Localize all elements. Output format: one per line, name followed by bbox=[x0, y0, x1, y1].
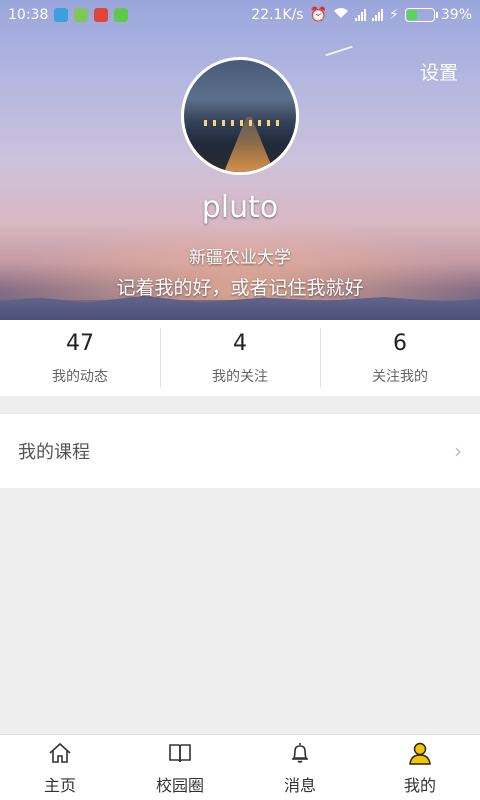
home-icon bbox=[49, 742, 71, 763]
nav-label: 校园圈 bbox=[155, 775, 204, 795]
stats-bar: 47 我的动态 4 我的关注 6 关注我的 bbox=[0, 320, 480, 396]
sky-streak bbox=[325, 45, 353, 57]
battery-percent: 39% bbox=[440, 7, 472, 23]
book-icon bbox=[169, 743, 191, 762]
signal-icon bbox=[355, 9, 367, 21]
battery-icon bbox=[404, 8, 438, 22]
app-icon bbox=[74, 8, 89, 22]
nav-messages[interactable]: 消息 bbox=[240, 735, 360, 800]
my-courses-label: 我的课程 bbox=[18, 442, 90, 463]
wifi-icon bbox=[333, 7, 349, 23]
usb-icon bbox=[54, 8, 69, 22]
nav-home[interactable]: 主页 bbox=[0, 735, 120, 800]
wechat-icon bbox=[114, 8, 129, 22]
stat-followers[interactable]: 6 关注我的 bbox=[320, 320, 480, 396]
status-bar: 10:38 22.1K/s ⏰ ⚡ 39% bbox=[0, 0, 480, 30]
school-name: 新疆农业大学 bbox=[189, 248, 291, 268]
nav-mine[interactable]: 我的 bbox=[360, 735, 480, 800]
stat-count: 6 bbox=[393, 330, 407, 356]
charging-icon: ⚡ bbox=[389, 7, 399, 23]
chevron-right-icon: › bbox=[454, 439, 462, 463]
bell-icon bbox=[292, 742, 308, 763]
weibo-icon bbox=[94, 8, 109, 22]
clock: 10:38 bbox=[8, 7, 49, 23]
nav-label: 主页 bbox=[43, 775, 76, 795]
signal-icon bbox=[372, 9, 384, 21]
stat-label: 我的动态 bbox=[52, 368, 108, 385]
username: pluto bbox=[201, 190, 279, 225]
battery-level bbox=[406, 10, 417, 20]
stat-following[interactable]: 4 我的关注 bbox=[160, 320, 320, 396]
settings-button[interactable]: 设置 bbox=[420, 58, 458, 85]
network-speed: 22.1K/s bbox=[251, 7, 304, 23]
stat-count: 4 bbox=[233, 330, 247, 356]
avatar-city-lights bbox=[204, 120, 284, 126]
avatar[interactable] bbox=[181, 57, 299, 175]
nav-campus[interactable]: 校园圈 bbox=[120, 735, 240, 800]
stat-count: 47 bbox=[66, 330, 94, 356]
nav-label: 我的 bbox=[403, 775, 436, 795]
bottom-nav: 主页 校园圈 消息 我的 bbox=[0, 734, 480, 800]
user-icon bbox=[409, 742, 431, 765]
profile-header: 10:38 22.1K/s ⏰ ⚡ 39% 设置 pluto 新疆农业大学 记着… bbox=[0, 0, 480, 320]
profile-motto: 记着我的好，或者记住我就好 bbox=[116, 277, 364, 299]
alarm-icon: ⏰ bbox=[309, 7, 328, 23]
nav-label: 消息 bbox=[283, 775, 316, 795]
stat-label: 我的关注 bbox=[212, 368, 268, 385]
my-courses-row[interactable]: 我的课程 › bbox=[0, 414, 480, 488]
stat-posts[interactable]: 47 我的动态 bbox=[0, 320, 160, 396]
stat-label: 关注我的 bbox=[372, 368, 428, 385]
